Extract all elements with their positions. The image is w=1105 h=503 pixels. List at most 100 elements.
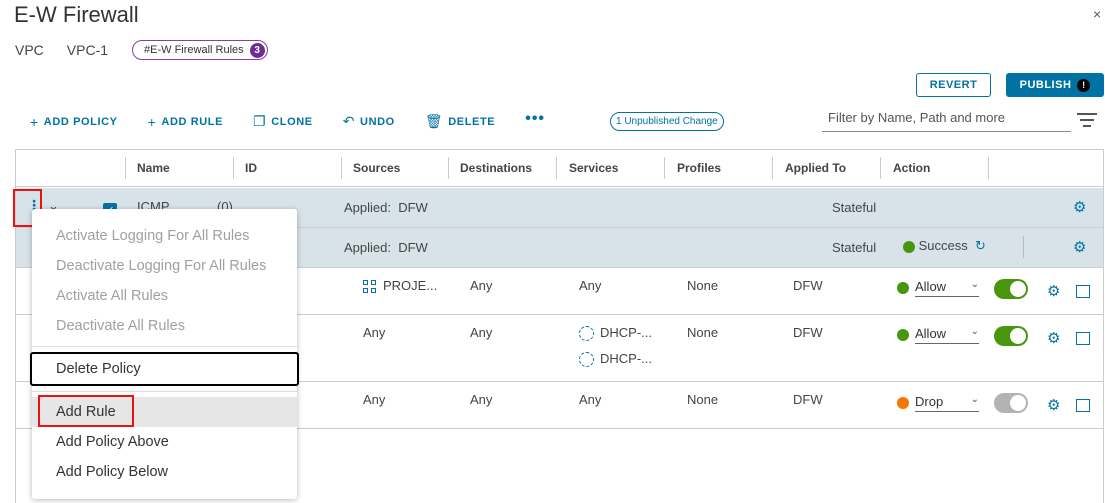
menu-item-add-policy-above[interactable]: Add Policy Above [32, 427, 297, 457]
refresh-icon[interactable]: ↻ [975, 238, 986, 253]
revert-button[interactable]: REVERT [916, 73, 991, 97]
status-text: Success [918, 238, 968, 253]
undo-button[interactable]: ↶ UNDO [343, 113, 395, 130]
rule-sources[interactable]: PROJE... [363, 278, 437, 294]
delete-label: DELETE [448, 115, 496, 128]
rule-services[interactable]: Any [579, 392, 601, 407]
rule-profiles[interactable]: None [687, 278, 718, 293]
col-id[interactable]: ID [245, 161, 257, 175]
drop-dot-icon [897, 397, 909, 409]
delete-button[interactable]: 🗑 DELETE [425, 113, 495, 130]
add-policy-button[interactable]: + ADD POLICY [30, 114, 118, 130]
service-text: DHCP-... [600, 351, 652, 366]
chevron-down-icon: ⌄ [970, 394, 979, 405]
policy-stateful: Stateful [832, 200, 877, 215]
policy-stateful: Stateful [832, 240, 877, 255]
col-services[interactable]: Services [569, 161, 618, 175]
revert-label: REVERT [929, 79, 978, 91]
breadcrumb-vpc-1[interactable]: VPC-1 [67, 42, 108, 58]
col-destinations[interactable]: Destinations [460, 161, 532, 175]
stats-graph-icon[interactable] [1076, 285, 1090, 298]
action-value: Allow [915, 279, 947, 294]
rule-destinations[interactable]: Any [470, 325, 492, 340]
divider [1023, 236, 1024, 258]
clone-label: CLONE [271, 115, 313, 128]
action-select[interactable]: Allow ⌄ [897, 326, 979, 344]
chevron-down-icon: ⌄ [970, 326, 979, 337]
rule-sources-text: PROJE... [383, 278, 438, 293]
policy-applied: Applied: DFW [344, 240, 428, 255]
action-select[interactable]: Drop ⌄ [897, 394, 979, 412]
section-tag-label: #E-W Firewall Rules [144, 44, 244, 56]
rule-enable-toggle[interactable] [994, 326, 1028, 346]
rule-profiles[interactable]: None [687, 392, 718, 407]
menu-divider [32, 346, 297, 347]
menu-divider [32, 391, 297, 392]
rule-enable-toggle[interactable] [994, 393, 1028, 413]
col-action[interactable]: Action [893, 161, 930, 175]
publish-button[interactable]: PUBLISH ! [1006, 73, 1104, 97]
undo-label: UNDO [360, 115, 395, 128]
undo-icon: ↶ [342, 113, 356, 129]
action-select[interactable]: Allow ⌄ [897, 279, 979, 297]
gear-icon[interactable]: ⚙ [1047, 396, 1060, 414]
rule-service-2[interactable]: DHCP-... [579, 351, 652, 368]
col-name[interactable]: Name [137, 161, 170, 175]
filter-icon[interactable] [1077, 113, 1097, 131]
rule-applied-to[interactable]: DFW [793, 392, 823, 407]
rule-destinations[interactable]: Any [470, 278, 492, 293]
service-icon [579, 352, 594, 368]
menu-item-delete-policy[interactable]: Delete Policy [30, 352, 299, 386]
gear-icon[interactable]: ⚙ [1047, 282, 1060, 300]
stats-graph-icon[interactable] [1076, 399, 1090, 412]
publish-label: PUBLISH [1019, 79, 1072, 91]
gear-icon[interactable]: ⚙ [1073, 238, 1086, 256]
section-tag[interactable]: #E-W Firewall Rules 3 [132, 40, 268, 60]
clone-icon: ❐ [253, 113, 267, 129]
more-actions-icon[interactable]: ••• [525, 110, 545, 128]
add-policy-label: ADD POLICY [43, 115, 118, 128]
rule-services[interactable]: Any [579, 278, 601, 293]
col-applied-to[interactable]: Applied To [785, 161, 846, 175]
applied-value: DFW [398, 200, 428, 215]
add-rule-button[interactable]: + ADD RULE [148, 114, 223, 130]
applied-value: DFW [398, 240, 428, 255]
action-value: Allow [915, 326, 947, 341]
applied-prefix: Applied: [344, 240, 391, 255]
gear-icon[interactable]: ⚙ [1047, 329, 1060, 347]
add-rule-label: ADD RULE [161, 115, 224, 128]
highlight-box [38, 395, 134, 427]
rule-service-1[interactable]: DHCP-... [579, 325, 652, 342]
service-icon [579, 326, 594, 342]
rule-sources[interactable]: Any [363, 392, 385, 407]
rule-profiles[interactable]: None [687, 325, 718, 340]
filter-input[interactable]: Filter by Name, Path and more [822, 108, 1071, 132]
group-icon [363, 279, 377, 294]
toolbar: + ADD POLICY + ADD RULE ❐ CLONE ↶ UNDO 🗑 DELE… [30, 110, 585, 130]
applied-prefix: Applied: [344, 200, 391, 215]
unpublished-changes-badge[interactable]: 1 Unpublished Change [610, 112, 724, 131]
col-sources[interactable]: Sources [353, 161, 400, 175]
menu-item-deactivate-logging[interactable]: Deactivate Logging For All Rules [32, 251, 297, 281]
gear-icon[interactable]: ⚙ [1073, 198, 1086, 216]
breadcrumb-vpc[interactable]: VPC [15, 42, 44, 58]
col-profiles[interactable]: Profiles [677, 161, 721, 175]
success-dot-icon [903, 240, 915, 253]
allow-dot-icon [897, 282, 909, 294]
close-icon[interactable]: × [1093, 6, 1101, 22]
clone-button[interactable]: ❐ CLONE [253, 113, 313, 130]
menu-item-add-policy-below[interactable]: Add Policy Below [32, 457, 297, 487]
menu-item-deactivate-all-rules[interactable]: Deactivate All Rules [32, 311, 297, 341]
rule-destinations[interactable]: Any [470, 392, 492, 407]
publish-alert-badge: ! [1077, 78, 1091, 92]
rule-sources[interactable]: Any [363, 325, 385, 340]
stats-graph-icon[interactable] [1076, 332, 1090, 345]
rule-applied-to[interactable]: DFW [793, 325, 823, 340]
rule-applied-to[interactable]: DFW [793, 278, 823, 293]
menu-item-activate-all-rules[interactable]: Activate All Rules [32, 281, 297, 311]
rule-enable-toggle[interactable] [994, 279, 1028, 299]
menu-item-activate-logging[interactable]: Activate Logging For All Rules [32, 221, 297, 251]
policy-context-menu: Activate Logging For All Rules Deactivat… [30, 209, 299, 499]
plus-icon: + [30, 113, 39, 130]
section-tag-count: 3 [249, 42, 265, 58]
